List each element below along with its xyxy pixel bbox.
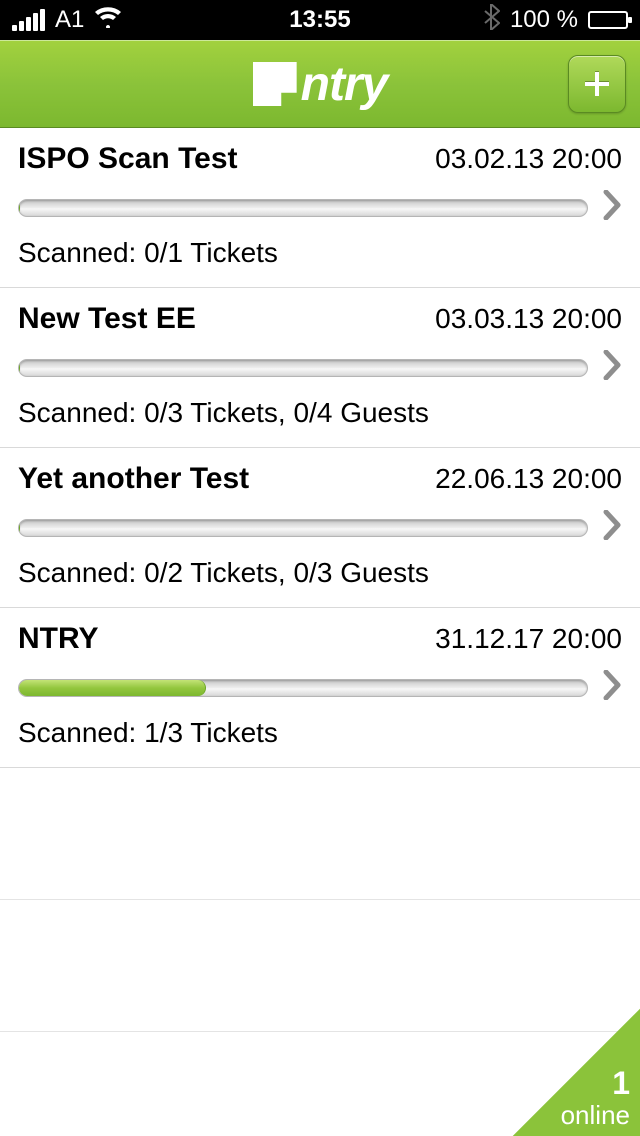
scanned-label: Scanned: 0/1 Tickets [18,237,622,269]
event-row[interactable]: NTRY 31.12.17 20:00 Scanned: 1/3 Tickets [0,608,640,768]
event-row[interactable]: New Test EE 03.03.13 20:00 Scanned: 0/3 … [0,288,640,448]
status-bar: A1 13:55 100 % [0,0,640,40]
empty-row [0,900,640,1032]
progress-fill [19,520,20,536]
status-right: 100 % [484,4,628,36]
status-time: 13:55 [289,6,350,34]
navbar: ntry [0,40,640,128]
progress-bar [18,199,588,217]
progress-bar [18,359,588,377]
chevron-right-icon [602,190,622,225]
carrier-label: A1 [55,6,84,34]
event-title: New Test EE [18,302,196,336]
chevron-right-icon [602,670,622,705]
event-row[interactable]: ISPO Scan Test 03.02.13 20:00 Scanned: 0… [0,128,640,288]
progress-bar [18,679,588,697]
bluetooth-icon [484,4,500,36]
scanned-label: Scanned: 0/3 Tickets, 0/4 Guests [18,397,622,429]
battery-icon [588,11,628,29]
event-title: Yet another Test [18,462,249,496]
empty-row [0,1032,640,1136]
progress-fill [19,200,20,216]
add-button[interactable] [568,55,626,113]
event-date: 03.03.13 20:00 [435,303,622,335]
signal-icon [12,9,45,31]
event-date: 31.12.17 20:00 [435,623,622,655]
plus-icon [582,69,612,99]
progress-fill [19,360,20,376]
chevron-right-icon [602,510,622,545]
event-row[interactable]: Yet another Test 22.06.13 20:00 Scanned:… [0,448,640,608]
scanned-label: Scanned: 1/3 Tickets [18,717,622,749]
wifi-icon [94,6,122,35]
chevron-right-icon [602,350,622,385]
app-logo: ntry [253,57,388,112]
event-date: 03.02.13 20:00 [435,143,622,175]
progress-bar [18,519,588,537]
scanned-label: Scanned: 0/2 Tickets, 0/3 Guests [18,557,622,589]
status-left: A1 [12,6,122,35]
battery-percent: 100 % [510,6,578,34]
progress-fill [19,680,206,696]
event-date: 22.06.13 20:00 [435,463,622,495]
logo-text: ntry [301,57,388,112]
empty-row [0,768,640,900]
event-title: NTRY [18,622,99,656]
logo-mark-icon [253,62,297,106]
event-title: ISPO Scan Test [18,142,238,176]
event-list[interactable]: ISPO Scan Test 03.02.13 20:00 Scanned: 0… [0,128,640,1136]
